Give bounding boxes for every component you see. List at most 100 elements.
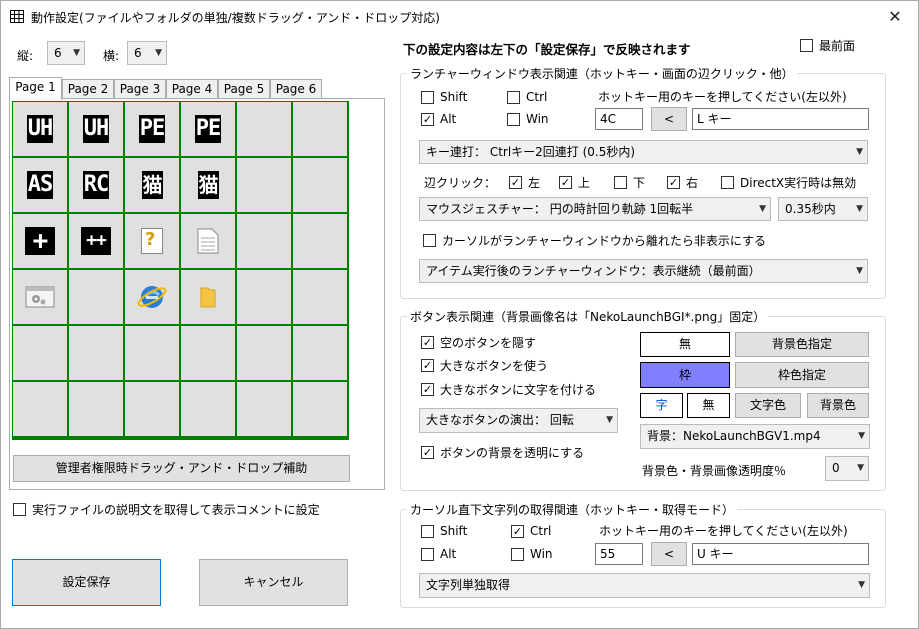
cols-label: 横: [103, 49, 120, 63]
grid-button-empty[interactable] [237, 158, 291, 212]
grid-button-empty[interactable] [293, 158, 347, 212]
mouse-gesture-select[interactable]: マウスジェスチャー： 円の時計回り軌跡 1回転半 ▼ [419, 197, 771, 221]
tab-page-5[interactable]: Page 5 [218, 79, 270, 99]
grid-button-empty[interactable] [293, 326, 347, 380]
hide-empty-checkbox[interactable]: ✓ 空のボタンを隠す [421, 334, 536, 350]
plus-icon: + [25, 227, 55, 255]
grid-button-empty[interactable] [181, 326, 235, 380]
large-text-checkbox[interactable]: ✓ 大きなボタンに文字を付ける [421, 381, 596, 397]
launcher-keycode-field[interactable]: 4C [595, 108, 643, 130]
topmost-checkbox[interactable]: 最前面 [800, 37, 855, 53]
bg-color-set-button[interactable]: 背景色指定 [735, 332, 869, 357]
opacity-select[interactable]: 0 ▼ [825, 456, 869, 481]
chevron-down-icon: ▼ [856, 147, 863, 157]
grid-button-empty[interactable] [125, 326, 179, 380]
grid-button[interactable] [13, 270, 67, 324]
launcher-shift-checkbox[interactable]: Shift [421, 89, 467, 105]
grid-button-empty[interactable] [237, 214, 291, 268]
grid-button-empty[interactable] [237, 326, 291, 380]
cursor-keycode-field[interactable]: 55 [595, 543, 643, 565]
text-bg-color-button[interactable]: 背景色 [807, 393, 869, 418]
grid-button-empty[interactable] [69, 270, 123, 324]
edge-top-checkbox[interactable]: ✓ 上 [559, 174, 590, 190]
edge-top-label: 上 [578, 175, 591, 190]
grid-button-empty[interactable] [237, 102, 291, 156]
tab-page-2[interactable]: Page 2 [62, 79, 114, 99]
cursor-key-name-field[interactable]: U キー [692, 543, 869, 565]
frame-preview-button[interactable]: 枠 [640, 362, 730, 388]
cursor-shift-checkbox[interactable]: Shift [421, 523, 467, 539]
grid-button[interactable] [181, 214, 235, 268]
launcher-key-name-field[interactable]: L キー [692, 108, 869, 130]
text-color-button[interactable]: 文字色 [735, 393, 801, 418]
tab-page-6[interactable]: Page 6 [270, 79, 322, 99]
hide-on-leave-checkbox[interactable]: カーソルがランチャーウィンドウから離れたら非表示にする [423, 232, 766, 248]
text-preview-button[interactable]: 字 [640, 393, 683, 418]
grid-button-empty[interactable] [13, 382, 67, 436]
grid-button-empty[interactable] [293, 214, 347, 268]
frame-color-set-button[interactable]: 枠色指定 [735, 362, 869, 388]
cursor-win-checkbox[interactable]: Win [511, 546, 553, 562]
save-button[interactable]: 設定保存 [12, 559, 161, 606]
grid-button-empty[interactable] [293, 382, 347, 436]
close-button[interactable]: ✕ [880, 5, 910, 29]
edge-bottom-checkbox[interactable]: 下 [614, 174, 645, 190]
grid-button-empty[interactable] [181, 382, 235, 436]
grid-button-empty[interactable] [237, 382, 291, 436]
grid-button-empty[interactable] [293, 102, 347, 156]
key-repeat-select[interactable]: キー連打： Ctrlキー2回連打 (0.5秒内) ▼ [419, 140, 868, 164]
cursor-ctrl-checkbox[interactable]: ✓ Ctrl [511, 523, 551, 539]
transparent-bg-checkbox[interactable]: ✓ ボタンの背景を透明にする [421, 444, 584, 460]
grid-button[interactable] [181, 270, 235, 324]
launcher-ctrl-checkbox[interactable]: Ctrl [507, 89, 547, 105]
edge-right-checkbox[interactable]: ✓ 右 [667, 174, 698, 190]
tab-page-1[interactable]: Page 1 [9, 77, 62, 100]
grid-button[interactable]: ? [125, 214, 179, 268]
edge-left-checkbox[interactable]: ✓ 左 [509, 174, 540, 190]
after-exec-select[interactable]: アイテム実行後のランチャーウィンドウ：表示継続（最前面） ▼ [419, 259, 868, 283]
grid-button[interactable]: 猫 [181, 158, 235, 212]
grid-button[interactable]: AS [13, 158, 67, 212]
large-effect-select[interactable]: 大きなボタンの演出： 回転 ▼ [419, 408, 618, 433]
checkbox-box [800, 38, 813, 52]
grid-button[interactable]: PE [125, 102, 179, 156]
grid-button-empty[interactable] [293, 270, 347, 324]
launcher-capture-key-button[interactable]: < [651, 107, 687, 131]
grid-button-empty[interactable] [125, 382, 179, 436]
checkmark-icon: ✓ [421, 445, 434, 459]
grid-button-empty[interactable] [69, 326, 123, 380]
cancel-button[interactable]: キャンセル [199, 559, 348, 606]
grid-button[interactable] [125, 270, 179, 324]
gesture-time-select[interactable]: 0.35秒内 ▼ [778, 197, 868, 221]
grid-button[interactable]: PE [181, 102, 235, 156]
chevron-down-icon: ▼ [759, 204, 766, 214]
checkmark-icon: ✓ [559, 175, 572, 189]
grid-button[interactable]: UH [13, 102, 67, 156]
grid-button[interactable]: 猫 [125, 158, 179, 212]
cursor-capture-key-button[interactable]: < [651, 542, 687, 566]
no-text-bg-button[interactable]: 無 [687, 393, 730, 418]
ctrl-label: Ctrl [526, 90, 548, 104]
exec-desc-checkbox[interactable]: 実行ファイルの説明文を取得して表示コメントに設定 [13, 501, 320, 517]
grid-button-empty[interactable] [13, 326, 67, 380]
tab-page-3[interactable]: Page 3 [114, 79, 166, 99]
grid-button[interactable]: RC [69, 158, 123, 212]
launcher-alt-checkbox[interactable]: ✓ Alt [421, 111, 456, 127]
grid-button[interactable]: UH [69, 102, 123, 156]
bg-image-select[interactable]: 背景：NekoLaunchBGV1.mp4 ▼ [640, 424, 870, 449]
directx-disable-checkbox[interactable]: DirectX実行時は無効 [721, 174, 856, 190]
grid-button[interactable]: ++ [69, 214, 123, 268]
cursor-mode-select[interactable]: 文字列単独取得 ▼ [419, 573, 870, 598]
cursor-alt-checkbox[interactable]: Alt [421, 546, 456, 562]
launcher-win-checkbox[interactable]: Win [507, 111, 549, 127]
use-large-checkbox[interactable]: ✓ 大きなボタンを使う [421, 357, 548, 373]
grid-button-empty[interactable] [69, 382, 123, 436]
tab-page-4[interactable]: Page 4 [166, 79, 218, 99]
rows-select[interactable]: 6 ▼ [47, 41, 85, 65]
folder-icon [200, 287, 216, 308]
no-background-button[interactable]: 無 [640, 332, 730, 357]
cols-select[interactable]: 6 ▼ [127, 41, 167, 65]
grid-button-empty[interactable] [237, 270, 291, 324]
admin-drag-drop-button[interactable]: 管理者権限時ドラッグ・アンド・ドロップ補助 [13, 455, 350, 482]
grid-button[interactable]: + [13, 214, 67, 268]
